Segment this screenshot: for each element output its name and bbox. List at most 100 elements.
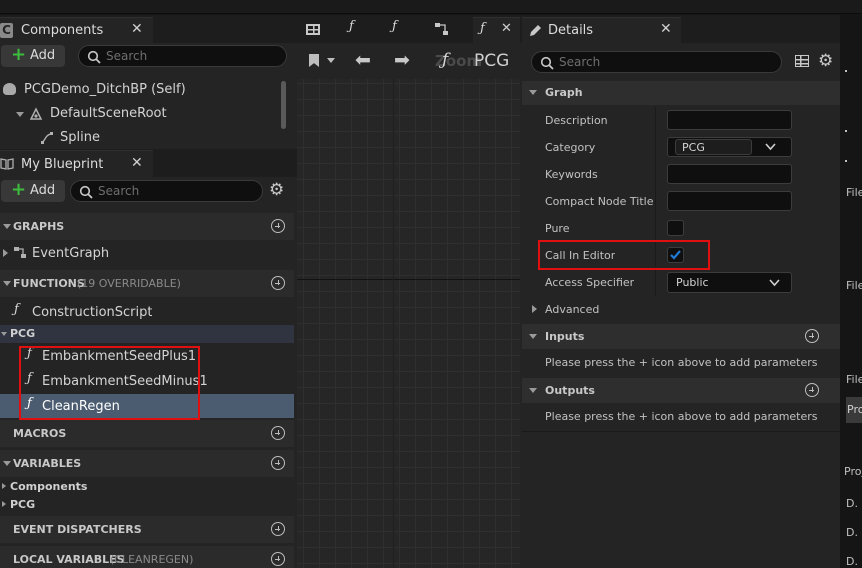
add-graph-icon[interactable] — [271, 219, 285, 233]
gear-icon[interactable]: ⚙ — [818, 51, 833, 71]
add-dispatcher-icon[interactable] — [271, 522, 285, 536]
function-icon: ƒ — [14, 302, 19, 317]
compact-node-title-field[interactable] — [667, 191, 792, 211]
expand-arrow-icon[interactable] — [2, 483, 6, 489]
actor-icon — [3, 83, 16, 95]
project-field[interactable]: Proj — [846, 397, 862, 423]
grid-view-icon[interactable] — [306, 24, 320, 35]
add-member-button[interactable]: + Add — [1, 179, 65, 202]
collapse-arrow-icon — [3, 224, 11, 229]
back-arrow-icon[interactable]: ⬅ — [355, 49, 371, 71]
close-icon[interactable]: ✕ — [131, 155, 143, 171]
file-label: File — [846, 186, 862, 199]
project-label: Proj — [844, 465, 862, 478]
details-tab[interactable]: Details ✕ — [522, 17, 681, 43]
graph-tab-icon[interactable] — [434, 22, 449, 36]
add-local-variable-icon[interactable] — [271, 552, 285, 566]
tick-mark — [845, 130, 847, 132]
pcg-group-header[interactable]: PCG — [0, 325, 294, 343]
pure-checkbox[interactable] — [667, 220, 684, 236]
pencil-icon — [530, 25, 541, 36]
function-tab-icon[interactable]: ƒ — [392, 19, 397, 34]
variable-group-pcg[interactable]: PCG — [0, 496, 294, 514]
description-label: Description — [545, 114, 608, 127]
outputs-hint-row: Please press the + icon above to add par… — [545, 410, 818, 423]
add-output-icon[interactable] — [805, 383, 819, 397]
access-specifier-row: Access Specifier Public — [522, 270, 840, 296]
event-graph-item[interactable]: EventGraph — [0, 242, 294, 264]
bookmark-icon[interactable] — [309, 54, 319, 67]
tick-mark — [845, 160, 847, 162]
event-graph-icon — [14, 247, 26, 258]
details-title: Details — [548, 23, 594, 38]
myblueprint-title: My Blueprint — [21, 157, 104, 172]
outputs-section-header[interactable]: Outputs — [522, 378, 840, 403]
spline-icon — [41, 132, 53, 144]
search-icon — [540, 56, 554, 70]
graph-canvas[interactable] — [297, 79, 520, 568]
keywords-label: Keywords — [545, 168, 598, 181]
add-component-button[interactable]: + Add — [1, 44, 65, 67]
event-dispatchers-category[interactable]: EVENT DISPATCHERS — [0, 516, 294, 543]
collapse-arrow-icon — [3, 281, 11, 286]
myblueprint-tab[interactable]: My Blueprint ✕ — [0, 150, 153, 177]
construction-script-item[interactable]: ƒ ConstructionScript — [0, 301, 294, 323]
components-panel: + Add Search PCGDemo_DitchBP (Self) Defa… — [0, 43, 297, 149]
collapse-arrow-icon — [529, 388, 537, 393]
chevron-down-icon[interactable] — [327, 58, 335, 63]
pure-label: Pure — [545, 222, 570, 235]
components-scrollbar[interactable] — [281, 81, 286, 129]
directory-label: D. — [846, 526, 858, 539]
window-top-strip — [0, 0, 862, 14]
category-combo[interactable]: PCG — [667, 137, 792, 157]
close-icon[interactable]: ✕ — [501, 21, 512, 36]
category-label: Category — [545, 141, 596, 154]
add-input-icon[interactable] — [805, 329, 819, 343]
description-field[interactable] — [667, 110, 792, 130]
graph-section-header[interactable]: Graph — [522, 81, 840, 105]
close-icon[interactable]: ✕ — [660, 21, 672, 37]
scene-root-icon — [29, 107, 43, 120]
grid-major-line — [393, 79, 394, 568]
chevron-down-icon[interactable] — [765, 143, 776, 151]
add-variable-icon[interactable] — [271, 456, 285, 470]
local-variables-category[interactable]: LOCAL VARIABLES (CLEANREGEN) — [0, 546, 294, 568]
add-macro-icon[interactable] — [271, 426, 285, 440]
divider — [522, 431, 840, 432]
table-view-icon[interactable] — [795, 55, 809, 67]
graph-active-tab[interactable]: ƒ ✕ — [473, 17, 521, 43]
myblueprint-panel: + Add Search ⚙ GRAPHS EventGraph FUNCTIO… — [0, 177, 297, 568]
tree-item-spline[interactable]: Spline — [0, 127, 280, 149]
advanced-row[interactable]: Advanced — [522, 298, 840, 322]
directory-label: D. — [846, 555, 858, 568]
variable-group-components[interactable]: Components — [0, 478, 294, 496]
functions-category[interactable]: FUNCTIONS (19 OVERRIDABLE) — [0, 270, 294, 297]
gear-icon[interactable]: ⚙ — [269, 180, 284, 200]
chevron-down-icon — [769, 279, 780, 287]
close-icon[interactable]: ✕ — [131, 21, 143, 37]
tree-item-self[interactable]: PCGDemo_DitchBP (Self) — [0, 79, 280, 101]
category-input[interactable]: PCG — [675, 139, 752, 155]
graphs-category[interactable]: GRAPHS — [0, 213, 294, 240]
components-search-input[interactable]: Search — [78, 45, 287, 67]
tree-item-defaultsceneroot[interactable]: DefaultSceneRoot — [0, 103, 280, 125]
myblueprint-search-input[interactable]: Search — [70, 180, 263, 202]
directory-label: D. — [846, 497, 858, 510]
details-search-input[interactable]: Search — [531, 51, 782, 73]
components-tab[interactable]: C Components ✕ — [0, 17, 153, 43]
inputs-section-header[interactable]: Inputs — [522, 324, 840, 349]
access-specifier-dropdown[interactable]: Public — [667, 272, 792, 293]
keywords-field[interactable] — [667, 164, 792, 184]
expand-arrow-icon[interactable] — [3, 249, 8, 257]
add-function-icon[interactable] — [271, 276, 285, 290]
details-tabbar: Details ✕ — [520, 15, 843, 43]
collapse-arrow-icon — [529, 334, 537, 339]
function-tab-icon[interactable]: ƒ — [349, 19, 354, 34]
function-breadcrumb-icon: ƒ — [442, 50, 449, 70]
expand-arrow-icon[interactable] — [16, 112, 24, 117]
macros-category[interactable]: MACROS — [0, 420, 294, 447]
forward-arrow-icon[interactable]: ➡ — [394, 49, 410, 71]
variables-category[interactable]: VARIABLES — [0, 450, 294, 477]
expand-arrow-icon[interactable] — [2, 501, 6, 507]
highlight-box-functions — [19, 346, 200, 420]
